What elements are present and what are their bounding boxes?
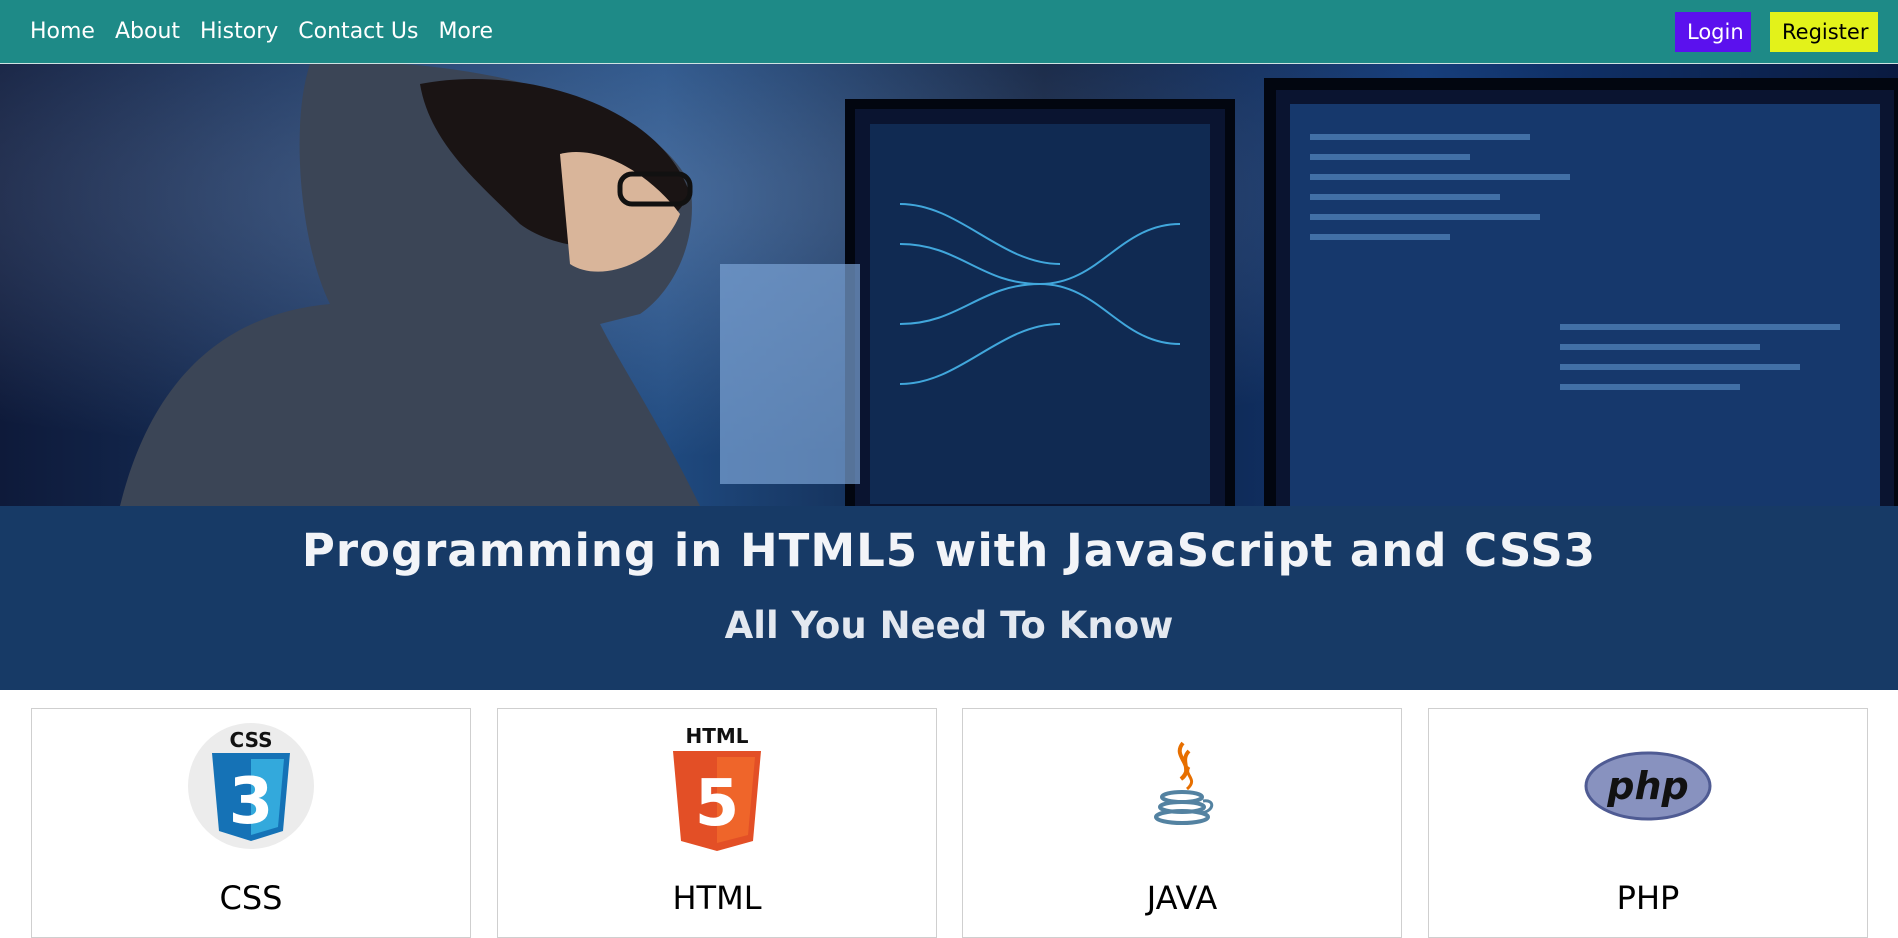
card-html[interactable]: HTML 5 HTML [497, 708, 937, 938]
php-logo-icon: php [1584, 751, 1712, 821]
nav-link-about[interactable]: About [115, 19, 180, 44]
hero-image [0, 64, 1898, 550]
register-button[interactable]: Register [1770, 12, 1878, 52]
card-java[interactable]: JAVA [962, 708, 1402, 938]
login-button[interactable]: Login [1675, 12, 1751, 52]
html5-logo-icon: HTML 5 [673, 724, 761, 851]
nav-link-more[interactable]: More [438, 19, 493, 44]
nav-link-history[interactable]: History [200, 19, 278, 44]
hero-banner: Programming in HTML5 with JavaScript and… [0, 64, 1898, 690]
svg-text:php: php [1606, 764, 1688, 808]
nav-link-contact-us[interactable]: Contact Us [298, 19, 418, 44]
css3-logo-icon: CSS 3 [188, 723, 314, 849]
hero-title: Programming in HTML5 with JavaScript and… [301, 524, 1597, 577]
java-logo-icon [1154, 741, 1214, 825]
card-title: JAVA [1146, 879, 1218, 917]
nav-link-home[interactable]: Home [30, 19, 95, 44]
card-title: CSS [219, 879, 283, 917]
nav-links: Home About History Contact Us More [30, 0, 493, 62]
svg-text:HTML: HTML [685, 724, 748, 748]
hero-subtitle: All You Need To Know [724, 604, 1174, 647]
svg-text:5: 5 [695, 767, 740, 841]
course-cards: CSS 3 CSS HTML 5 HTML JAVA php PHP [31, 708, 1869, 938]
card-title: PHP [1616, 879, 1680, 917]
card-title: HTML [672, 879, 762, 917]
card-php[interactable]: php PHP [1428, 708, 1868, 938]
card-css[interactable]: CSS 3 CSS [31, 708, 471, 938]
svg-text:CSS: CSS [230, 728, 273, 752]
auth-buttons: Login Register [1675, 12, 1878, 52]
hero-illustration [120, 64, 1898, 550]
top-navbar: Home About History Contact Us More Login… [0, 0, 1898, 64]
svg-text:3: 3 [229, 765, 274, 839]
